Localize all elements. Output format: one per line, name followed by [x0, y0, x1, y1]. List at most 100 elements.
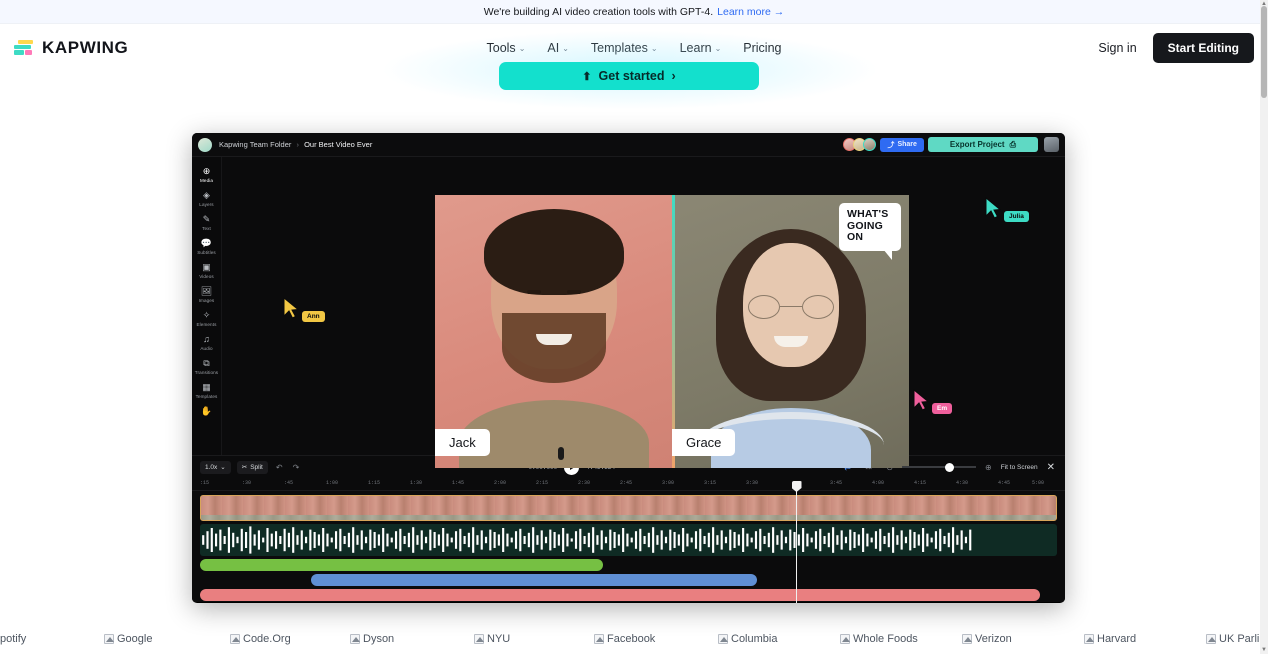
broken-image-icon: [1206, 634, 1216, 644]
ruler-tick: 2:15: [536, 480, 549, 486]
slider-knob[interactable]: [944, 462, 954, 472]
logo-label: Dyson: [363, 633, 395, 645]
sidebar-item-subtitles[interactable]: 💬 Subtitles: [192, 234, 222, 258]
breadcrumb-folder[interactable]: Kapwing Team Folder: [219, 140, 291, 149]
sidebar-item-templates[interactable]: ▦ Templates: [192, 378, 222, 402]
scrollbar-thumb[interactable]: [1261, 6, 1267, 98]
timeline-tracks: [192, 491, 1065, 603]
waveform-icon: [202, 526, 972, 554]
person-hair: [483, 209, 624, 295]
media-icon: ⊕: [202, 166, 211, 176]
split-button[interactable]: ✂ Split: [236, 460, 268, 474]
ruler-tick: 1:00: [326, 480, 339, 486]
collaborator-cursor-ann: Ann: [282, 297, 325, 322]
ruler-tick: 3:15: [704, 480, 717, 486]
logo-label: potify: [0, 633, 27, 645]
broken-image-icon: [230, 634, 240, 644]
timeline-playhead[interactable]: [796, 491, 797, 603]
announcement-banner: We're building AI video creation tools w…: [0, 0, 1268, 24]
timeline-zoom-slider[interactable]: [902, 462, 977, 472]
video-canvas[interactable]: Jack Grace WHAT'S GOING ON: [435, 195, 909, 468]
sidebar-item-text[interactable]: ✎ Text: [192, 210, 222, 234]
collaborator-avatars: [843, 138, 877, 151]
kapwing-mark-icon: [14, 39, 35, 56]
nav-actions: Sign in Start Editing: [1098, 32, 1254, 63]
sign-in-link[interactable]: Sign in: [1098, 41, 1136, 55]
ruler-tick: 1:30: [410, 480, 423, 486]
ruler-tick: 3:30: [746, 480, 759, 486]
editor-header-actions: ⤴ Share Export Project ⎙: [843, 137, 1059, 152]
cursor-arrow-icon: [985, 197, 1002, 219]
sidebar-item-transitions[interactable]: ⧉ Transitions: [192, 354, 222, 378]
video-pane-left: Jack: [435, 195, 672, 468]
user-avatar[interactable]: [1044, 137, 1059, 152]
breadcrumb-separator: ›: [296, 140, 300, 149]
ruler-tick: 1:45: [452, 480, 465, 486]
chevron-right-icon: ›: [671, 69, 676, 83]
fit-to-screen-button[interactable]: Fit to Screen: [1001, 464, 1038, 471]
sidebar-item-media[interactable]: ⊕ Media: [192, 162, 222, 186]
undo-icon[interactable]: ↶: [274, 463, 285, 472]
announcement-learn-more-link[interactable]: Learn more →: [717, 6, 784, 18]
logo-label: Code.Org: [243, 633, 291, 645]
subtitle-clip[interactable]: [200, 559, 603, 571]
music-clip[interactable]: [200, 589, 1040, 601]
redo-icon[interactable]: ↷: [291, 463, 302, 472]
editor-logo-icon[interactable]: [198, 137, 212, 152]
cursor-label: Em: [932, 403, 953, 414]
timeline-ruler[interactable]: :15 :30 :45 1:00 1:15 1:30 1:45 2:00 2:1…: [192, 478, 1065, 491]
broken-image-icon: [962, 634, 972, 644]
scroll-down-arrow-icon[interactable]: ▼: [1261, 647, 1267, 653]
microphone-icon: [558, 447, 565, 460]
track-music: [200, 589, 1057, 601]
audio-clip[interactable]: [200, 524, 1057, 556]
speech-bubble[interactable]: WHAT'S GOING ON: [839, 203, 901, 259]
sidebar-item-label: Images: [198, 298, 215, 303]
export-project-button[interactable]: Export Project ⎙: [927, 137, 1038, 152]
playback-speed-selector[interactable]: 1.0x ⌄: [200, 460, 231, 474]
sidebar-item-images[interactable]: 🖼 Images: [192, 282, 222, 306]
name-tag-right[interactable]: Grace: [672, 429, 736, 456]
logo-label: UK Parli: [1219, 633, 1260, 645]
broken-image-icon: [474, 634, 484, 644]
split-label: Split: [250, 463, 263, 471]
sidebar-item-videos[interactable]: ▣ Videos: [192, 258, 222, 282]
overlay-clip[interactable]: [311, 574, 758, 586]
ruler-tick: 4:15: [914, 480, 927, 486]
broken-image-icon: [594, 634, 604, 644]
speed-label: 1.0x: [205, 463, 218, 471]
share-button[interactable]: ⤴ Share: [880, 137, 924, 152]
name-tag-left[interactable]: Jack: [435, 429, 490, 456]
subtitles-icon: 💬: [200, 238, 213, 248]
video-clip[interactable]: [200, 495, 1057, 521]
track-audio: [200, 524, 1057, 556]
sidebar-item-layers[interactable]: ◈ Layers: [192, 186, 222, 210]
glasses-icon: [747, 295, 834, 319]
sidebar-item-audio[interactable]: ♫ Audio: [192, 330, 222, 354]
breadcrumb: Kapwing Team Folder › Our Best Video Eve…: [219, 140, 372, 149]
sidebar-item-more[interactable]: ✋: [192, 402, 222, 420]
export-label: Export Project: [949, 140, 1005, 149]
sidebar-item-elements[interactable]: ✧ Elements: [192, 306, 222, 330]
avatar[interactable]: [863, 138, 877, 151]
get-started-button[interactable]: ⬆ Get started ›: [499, 62, 759, 90]
sidebar-item-label: Templates: [195, 394, 218, 399]
zoom-in-icon[interactable]: ⊕: [983, 463, 994, 472]
templates-icon: ▦: [202, 382, 211, 392]
timeline-panel: 1.0x ⌄ ✂ Split ↶ ↷ 0:00.000 4:45.524 ⇄ ⇥…: [192, 455, 1065, 603]
sidebar-item-label: Media: [199, 178, 213, 183]
collaborator-cursor-julia: Julia: [984, 197, 1029, 222]
start-editing-button[interactable]: Start Editing: [1152, 32, 1254, 63]
person-beard: [501, 313, 606, 383]
logo-label: Facebook: [607, 633, 656, 645]
ruler-tick: 2:45: [620, 480, 633, 486]
page-scrollbar[interactable]: ▲ ▼: [1260, 0, 1268, 654]
ruler-tick: :15: [200, 480, 210, 486]
logo-item: Facebook: [594, 633, 655, 645]
breadcrumb-current[interactable]: Our Best Video Ever: [304, 140, 372, 149]
close-icon[interactable]: ✕: [1045, 462, 1057, 473]
kapwing-logo[interactable]: KAPWING: [14, 38, 128, 58]
announcement-text: We're building AI video creation tools w…: [483, 5, 714, 18]
preview-stage: Jack Grace WHAT'S GOING ON Ann Julia Em: [222, 157, 1065, 468]
broken-image-icon: [718, 634, 728, 644]
